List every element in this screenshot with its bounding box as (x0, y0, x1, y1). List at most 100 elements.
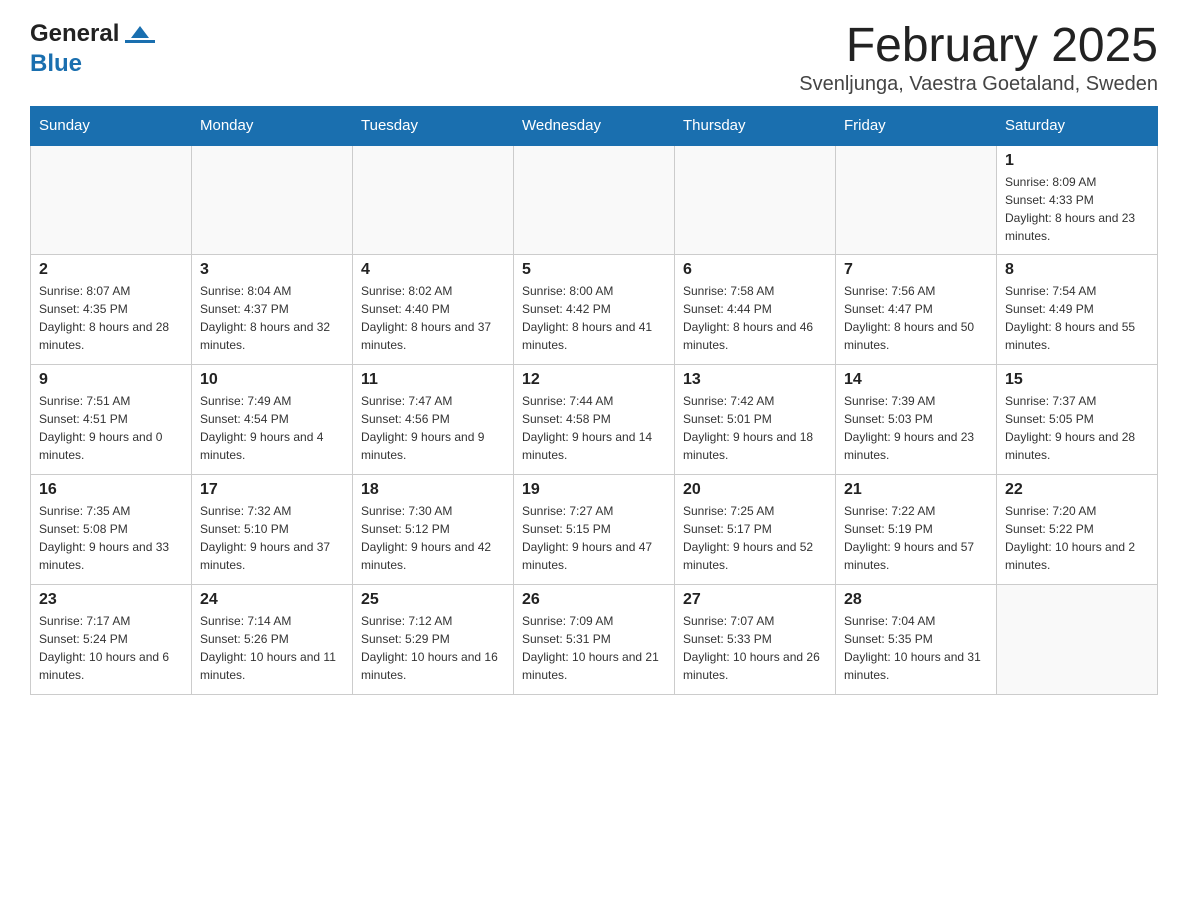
calendar-cell: 8 Sunrise: 7:54 AMSunset: 4:49 PMDaylight… (997, 255, 1158, 365)
calendar-cell: 26 Sunrise: 7:09 AMSunset: 5:31 PMDayligh… (514, 585, 675, 695)
calendar-cell: 2Sunrise: 8:07 AMSunset: 4:35 PMDaylight… (31, 255, 192, 365)
day-number: 12 (522, 371, 666, 389)
calendar-cell: 17 Sunrise: 7:32 AMSunset: 5:10 PMDayligh… (192, 475, 353, 585)
calendar-cell: 4 Sunrise: 8:02 AMSunset: 4:40 PMDaylight… (353, 255, 514, 365)
day-number: 7 (844, 261, 988, 279)
day-number: 8 (1005, 261, 1149, 279)
day-number: 15 (1005, 371, 1149, 389)
day-number: 10 (200, 371, 344, 389)
calendar-header-row: Sunday Monday Tuesday Wednesday Thursday… (31, 106, 1158, 145)
calendar-cell: 25Sunrise: 7:12 AMSunset: 5:29 PMDayligh… (353, 585, 514, 695)
calendar-cell: 20 Sunrise: 7:25 AMSunset: 5:17 PMDayligh… (675, 475, 836, 585)
day-info: Sunrise: 7:47 AMSunset: 4:56 PMDaylight:… (361, 392, 505, 464)
calendar-cell (836, 145, 997, 255)
day-info: Sunrise: 8:04 AMSunset: 4:37 PMDaylight:… (200, 282, 344, 354)
logo: General Blue (30, 20, 155, 78)
calendar-cell: 15 Sunrise: 7:37 AMSunset: 5:05 PMDayligh… (997, 365, 1158, 475)
day-number: 3 (200, 261, 344, 279)
calendar-cell: 1 Sunrise: 8:09 AMSunset: 4:33 PMDaylight… (997, 145, 1158, 255)
day-number: 11 (361, 371, 505, 389)
calendar-cell: 6 Sunrise: 7:58 AMSunset: 4:44 PMDaylight… (675, 255, 836, 365)
calendar-title: February 2025 (799, 20, 1158, 73)
day-number: 24 (200, 591, 344, 609)
calendar-cell: 18Sunrise: 7:30 AMSunset: 5:12 PMDayligh… (353, 475, 514, 585)
col-monday: Monday (192, 106, 353, 145)
col-wednesday: Wednesday (514, 106, 675, 145)
day-number: 20 (683, 481, 827, 499)
day-number: 21 (844, 481, 988, 499)
day-number: 1 (1005, 152, 1149, 170)
day-info: Sunrise: 7:09 AMSunset: 5:31 PMDaylight:… (522, 612, 666, 684)
logo-general-text: General (30, 20, 119, 48)
calendar-week-4: 16 Sunrise: 7:35 AMSunset: 5:08 PMDayligh… (31, 475, 1158, 585)
day-info: Sunrise: 7:58 AMSunset: 4:44 PMDaylight:… (683, 282, 827, 354)
calendar-cell: 3 Sunrise: 8:04 AMSunset: 4:37 PMDaylight… (192, 255, 353, 365)
col-tuesday: Tuesday (353, 106, 514, 145)
calendar-cell: 27Sunrise: 7:07 AMSunset: 5:33 PMDayligh… (675, 585, 836, 695)
day-info: Sunrise: 7:30 AMSunset: 5:12 PMDaylight:… (361, 502, 505, 574)
day-info: Sunrise: 7:07 AMSunset: 5:33 PMDaylight:… (683, 612, 827, 684)
calendar-subtitle: Svenljunga, Vaestra Goetaland, Sweden (799, 73, 1158, 96)
day-info: Sunrise: 7:25 AMSunset: 5:17 PMDaylight:… (683, 502, 827, 574)
calendar-week-5: 23 Sunrise: 7:17 AMSunset: 5:24 PMDayligh… (31, 585, 1158, 695)
calendar-cell (675, 145, 836, 255)
calendar-cell: 22Sunrise: 7:20 AMSunset: 5:22 PMDayligh… (997, 475, 1158, 585)
day-number: 4 (361, 261, 505, 279)
calendar-cell (353, 145, 514, 255)
day-info: Sunrise: 7:35 AMSunset: 5:08 PMDaylight:… (39, 502, 183, 574)
calendar-cell: 23 Sunrise: 7:17 AMSunset: 5:24 PMDayligh… (31, 585, 192, 695)
calendar-cell: 7 Sunrise: 7:56 AMSunset: 4:47 PMDaylight… (836, 255, 997, 365)
day-info: Sunrise: 7:17 AMSunset: 5:24 PMDaylight:… (39, 612, 183, 684)
day-info: Sunrise: 7:22 AMSunset: 5:19 PMDaylight:… (844, 502, 988, 574)
day-info: Sunrise: 7:14 AMSunset: 5:26 PMDaylight:… (200, 612, 344, 684)
page-header: General Blue February 2025 Svenljunga, V… (30, 20, 1158, 96)
day-info: Sunrise: 7:04 AMSunset: 5:35 PMDaylight:… (844, 612, 988, 684)
col-friday: Friday (836, 106, 997, 145)
day-number: 28 (844, 591, 988, 609)
day-info: Sunrise: 8:09 AMSunset: 4:33 PMDaylight:… (1005, 173, 1149, 245)
day-info: Sunrise: 7:51 AMSunset: 4:51 PMDaylight:… (39, 392, 183, 464)
calendar-cell: 10 Sunrise: 7:49 AMSunset: 4:54 PMDayligh… (192, 365, 353, 475)
calendar-cell (514, 145, 675, 255)
calendar-cell: 9 Sunrise: 7:51 AMSunset: 4:51 PMDaylight… (31, 365, 192, 475)
logo-blue-text: Blue (30, 50, 82, 77)
day-number: 13 (683, 371, 827, 389)
logo-icon (125, 26, 155, 43)
day-info: Sunrise: 8:00 AMSunset: 4:42 PMDaylight:… (522, 282, 666, 354)
title-section: February 2025 Svenljunga, Vaestra Goetal… (799, 20, 1158, 96)
day-info: Sunrise: 7:32 AMSunset: 5:10 PMDaylight:… (200, 502, 344, 574)
day-number: 17 (200, 481, 344, 499)
day-info: Sunrise: 7:49 AMSunset: 4:54 PMDaylight:… (200, 392, 344, 464)
day-number: 26 (522, 591, 666, 609)
calendar-cell (997, 585, 1158, 695)
calendar-cell: 24 Sunrise: 7:14 AMSunset: 5:26 PMDayligh… (192, 585, 353, 695)
calendar-cell: 5 Sunrise: 8:00 AMSunset: 4:42 PMDaylight… (514, 255, 675, 365)
calendar-week-1: 1 Sunrise: 8:09 AMSunset: 4:33 PMDaylight… (31, 145, 1158, 255)
col-sunday: Sunday (31, 106, 192, 145)
calendar-week-3: 9 Sunrise: 7:51 AMSunset: 4:51 PMDaylight… (31, 365, 1158, 475)
day-number: 25 (361, 591, 505, 609)
day-number: 5 (522, 261, 666, 279)
col-saturday: Saturday (997, 106, 1158, 145)
day-info: Sunrise: 7:39 AMSunset: 5:03 PMDaylight:… (844, 392, 988, 464)
calendar-cell: 13Sunrise: 7:42 AMSunset: 5:01 PMDayligh… (675, 365, 836, 475)
calendar-cell: 16 Sunrise: 7:35 AMSunset: 5:08 PMDayligh… (31, 475, 192, 585)
col-thursday: Thursday (675, 106, 836, 145)
calendar-cell: 28 Sunrise: 7:04 AMSunset: 5:35 PMDayligh… (836, 585, 997, 695)
day-info: Sunrise: 7:54 AMSunset: 4:49 PMDaylight:… (1005, 282, 1149, 354)
day-number: 14 (844, 371, 988, 389)
calendar-cell: 12 Sunrise: 7:44 AMSunset: 4:58 PMDayligh… (514, 365, 675, 475)
calendar-cell: 19Sunrise: 7:27 AMSunset: 5:15 PMDayligh… (514, 475, 675, 585)
calendar-cell: 11 Sunrise: 7:47 AMSunset: 4:56 PMDayligh… (353, 365, 514, 475)
day-info: Sunrise: 7:37 AMSunset: 5:05 PMDaylight:… (1005, 392, 1149, 464)
day-number: 6 (683, 261, 827, 279)
calendar-cell (192, 145, 353, 255)
day-number: 23 (39, 591, 183, 609)
day-info: Sunrise: 8:02 AMSunset: 4:40 PMDaylight:… (361, 282, 505, 354)
day-info: Sunrise: 7:44 AMSunset: 4:58 PMDaylight:… (522, 392, 666, 464)
day-number: 9 (39, 371, 183, 389)
day-info: Sunrise: 7:56 AMSunset: 4:47 PMDaylight:… (844, 282, 988, 354)
calendar-cell (31, 145, 192, 255)
day-info: Sunrise: 8:07 AMSunset: 4:35 PMDaylight:… (39, 282, 183, 354)
day-number: 16 (39, 481, 183, 499)
